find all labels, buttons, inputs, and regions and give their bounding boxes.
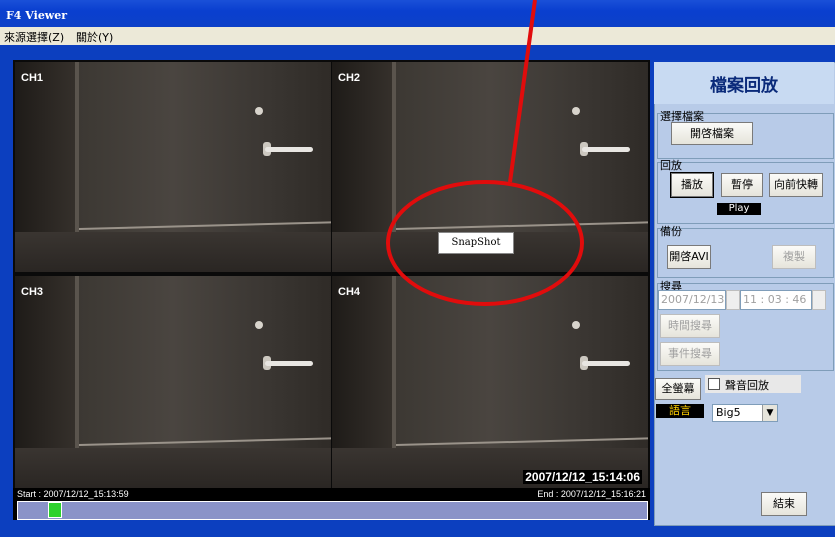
video-grid: CH1 CH2 CH3 CH4 2007/12/12_15:14:06 <box>13 60 650 520</box>
title-deco <box>0 0 835 8</box>
audio-playback-checkbox[interactable] <box>708 378 720 390</box>
timeline-end: End : 2007/12/12_15:16:21 <box>537 489 646 499</box>
audio-playback-row: 聲音回放 <box>705 375 801 393</box>
channel-label: CH3 <box>21 286 44 298</box>
camera-view-ch4[interactable]: CH4 2007/12/12_15:14:06 <box>332 276 648 488</box>
playback-status: Play <box>717 203 761 215</box>
search-time-input[interactable]: 11 : 03 : 46 <box>740 290 812 310</box>
door-handle <box>265 361 313 366</box>
date-spinner[interactable] <box>726 290 740 310</box>
channel-label: CH2 <box>338 72 361 84</box>
annotation-circle <box>386 180 584 306</box>
copy-button[interactable]: 複製 <box>772 245 816 269</box>
open-avi-button[interactable]: 開啓AVI <box>667 245 711 269</box>
window-title: F4 Viewer <box>6 9 68 22</box>
camera-floor <box>15 448 331 488</box>
channel-label: CH1 <box>21 72 44 84</box>
door-handle <box>582 361 630 366</box>
timeline: Start : 2007/12/12_15:13:59 End : 2007/1… <box>13 488 650 520</box>
fullscreen-button[interactable]: 全螢幕 <box>655 378 701 400</box>
door-lock <box>255 107 263 115</box>
menu-source-select[interactable]: 來源選擇(Z) <box>4 29 64 45</box>
door-handle <box>582 147 630 152</box>
menu-bar: 來源選擇(Z) 關於(Y) <box>0 27 835 46</box>
language-label: 語言 <box>656 404 704 418</box>
open-file-button[interactable]: 開啓檔案 <box>671 122 753 145</box>
language-select-value: Big5 <box>716 406 741 419</box>
pause-button[interactable]: 暫停 <box>721 173 763 197</box>
backup-label: 備份 <box>660 225 682 238</box>
time-spinner[interactable] <box>812 290 826 310</box>
camera-view-ch1[interactable]: CH1 <box>15 62 331 272</box>
annotation-arrow-line <box>508 0 537 183</box>
playback-label: 回放 <box>660 159 682 172</box>
chevron-down-icon[interactable]: ▼ <box>762 405 777 421</box>
floor-line <box>395 437 648 446</box>
play-button[interactable]: 播放 <box>670 172 714 198</box>
search-date-input[interactable]: 2007/12/13 <box>658 290 726 310</box>
time-search-button[interactable]: 時間搜尋 <box>660 314 720 338</box>
door-lock <box>255 321 263 329</box>
camera-view-ch3[interactable]: CH3 <box>15 276 331 488</box>
timeline-slider-thumb[interactable] <box>47 502 62 518</box>
door-handle <box>265 147 313 152</box>
video-timestamp: 2007/12/12_15:14:06 <box>523 470 642 484</box>
audio-playback-label: 聲音回放 <box>725 379 769 392</box>
floor-line <box>78 437 331 446</box>
channel-label: CH4 <box>338 286 361 298</box>
camera-floor <box>15 232 331 272</box>
timeline-track[interactable] <box>17 501 648 520</box>
door-lock <box>572 321 580 329</box>
panel-title: 檔案回放 <box>654 62 834 104</box>
floor-line <box>78 221 331 230</box>
event-search-button[interactable]: 事件搜尋 <box>660 342 720 366</box>
menu-about[interactable]: 關於(Y) <box>76 29 113 45</box>
timeline-start: Start : 2007/12/12_15:13:59 <box>17 489 129 499</box>
language-select[interactable]: Big5 ▼ <box>712 404 778 422</box>
door-lock <box>572 107 580 115</box>
exit-button[interactable]: 結束 <box>761 492 807 516</box>
fast-forward-button[interactable]: 向前快轉 <box>769 173 823 197</box>
